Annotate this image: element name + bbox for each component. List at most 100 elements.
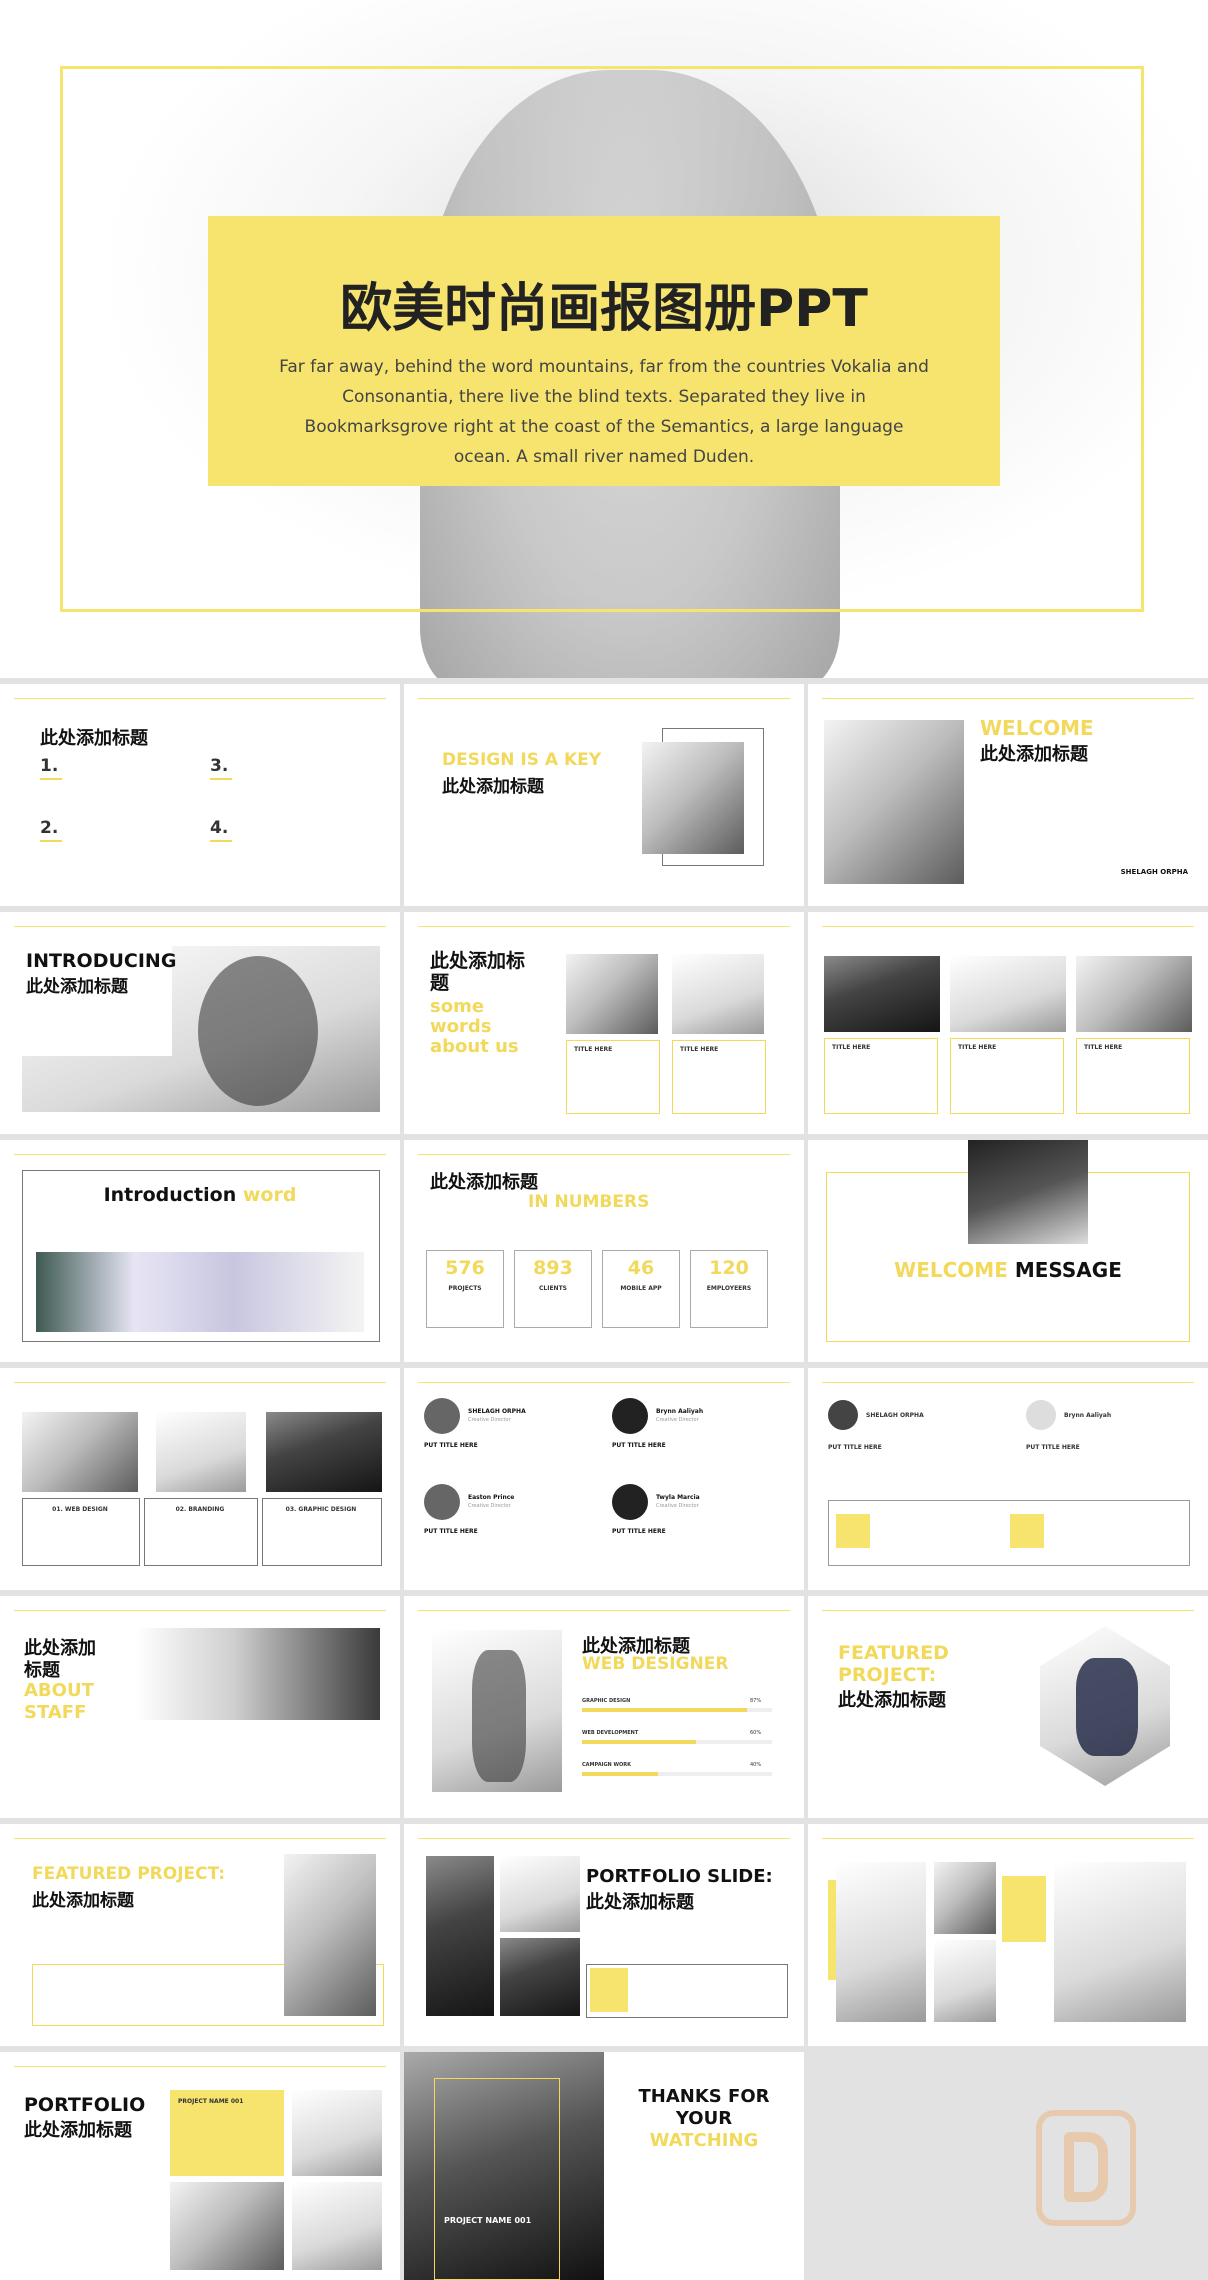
title-b: word <box>242 1184 297 1206</box>
divider-line <box>418 1382 790 1383</box>
stat-label: MOBILE APP <box>620 1285 662 1292</box>
model-silhouette <box>1076 1658 1138 1756</box>
skill-label: GRAPHIC DESIGN <box>582 1698 631 1704</box>
title-line-1: PORTFOLIO <box>24 2094 146 2116</box>
stat-value: 893 <box>533 1257 573 1279</box>
title-line-2: 此处添加标题 <box>24 2120 132 2141</box>
photo-hat <box>1054 1862 1186 2022</box>
photo-1 <box>824 956 940 1032</box>
person-name: Easton Prince <box>468 1494 515 1501</box>
slide-numbered-list: 此处添加标题 1. 3. 2. 4. <box>0 684 400 906</box>
stat-label: EMPLOYEERS <box>706 1285 752 1292</box>
person-role: Creative Director <box>468 1417 511 1423</box>
thanks-line-2: YOUR <box>675 2108 733 2129</box>
model-silhouette <box>472 1650 526 1782</box>
model-photo <box>284 1854 376 2016</box>
slide-welcome: WELCOME 此处添加标题 SHELAGH ORPHA <box>808 684 1208 906</box>
seated-model-photo <box>824 720 964 884</box>
photo-man <box>426 1856 494 2016</box>
divider-line <box>822 698 1194 699</box>
title-en: WEB DESIGNER <box>582 1654 729 1674</box>
num-4: 4. <box>210 818 229 838</box>
photo-man <box>934 1862 996 1934</box>
stat-value: 576 <box>445 1257 485 1279</box>
skill-percent: 60% <box>750 1730 762 1736</box>
stat-value: 46 <box>627 1257 655 1279</box>
photo-model <box>170 2182 284 2270</box>
skill-label: CAMPAIGN WORK <box>582 1762 631 1768</box>
avatar <box>612 1484 648 1520</box>
slide-about-staff: 此处添加 标题 ABOUT STAFF <box>0 1596 400 1818</box>
slide-featured-project-a: FEATURED PROJECT: 此处添加标题 <box>808 1596 1208 1818</box>
slide-about-us: 此处添加标题 some words about us TITLE HERE TI… <box>404 912 804 1134</box>
num-3: 3. <box>210 756 229 776</box>
logo-p-shape <box>1064 2132 1108 2202</box>
photo-2 <box>950 956 1066 1032</box>
divider-line <box>418 926 790 927</box>
thanks-line-1: THANKS FOR <box>638 2086 770 2107</box>
title-line-2: PROJECT: <box>838 1664 937 1686</box>
photo-1 <box>22 1412 138 1492</box>
slide-photo-grid <box>808 1824 1208 2046</box>
frame <box>434 2078 560 2280</box>
skill-bar-fill <box>582 1708 748 1712</box>
staff-photo <box>136 1628 380 1720</box>
slide-introduction-word: Introduction word <box>0 1140 400 1362</box>
accent-block-mid <box>1002 1876 1046 1942</box>
photo-bl <box>500 1938 580 2016</box>
slide-design-key: DESIGN IS A KEY 此处添加标题 <box>404 684 804 906</box>
slide-welcome-message: WELCOME MESSAGE <box>808 1140 1208 1362</box>
title-cn: 此处添加标题 <box>430 1172 538 1193</box>
card-title-3: TITLE HERE <box>1084 1044 1123 1051</box>
portrait-photo <box>642 742 744 854</box>
divider-line <box>418 1610 790 1611</box>
slide-thanks: THANKS FOR YOUR WATCHING <box>604 2052 804 2280</box>
divider-line <box>418 1838 790 1839</box>
title-cn: 此处添加标题 <box>26 977 128 997</box>
divider-line <box>822 1838 1194 1839</box>
hex-photo <box>1040 1626 1170 1786</box>
slide-services: 01. WEB DESIGN 02. BRANDING 03. GRAPHIC … <box>0 1368 400 1590</box>
put-title: PUT TITLE HERE <box>424 1442 478 1449</box>
avatar <box>424 1398 460 1434</box>
hero-title: 欧美时尚画报图册PPT <box>340 279 868 339</box>
title: Introduction word <box>0 1184 400 1206</box>
card-title-2: TITLE HERE <box>958 1044 997 1051</box>
skill-label: WEB DEVELOPMENT <box>582 1730 639 1736</box>
stat-label: PROJECTS <box>448 1285 482 1292</box>
model-photo <box>566 954 658 1034</box>
skill-bar-fill <box>582 1740 696 1744</box>
title-en: WELCOME <box>980 716 1094 740</box>
divider-line <box>822 1610 1194 1611</box>
divider-line <box>822 926 1194 927</box>
title-line-2: 此处添加标题 <box>586 1892 694 1913</box>
fashion-photo <box>36 1252 364 1332</box>
hair-silhouette <box>198 956 318 1106</box>
title-line-1: PORTFOLIO SLIDE: <box>586 1866 773 1887</box>
architecture-photo <box>672 954 764 1034</box>
divider-line <box>14 2066 386 2067</box>
person-name-2: Brynn Aaliyah <box>1064 1412 1112 1419</box>
skill-bar <box>582 1708 772 1712</box>
person-role: Creative Director <box>468 1503 511 1509</box>
skill-percent: 87% <box>750 1698 762 1704</box>
slide-three-photos: TITLE HERE TITLE HERE TITLE HERE <box>808 912 1208 1134</box>
thanks-line-3: WATCHING <box>649 2130 759 2151</box>
title-line-3: 此处添加标题 <box>838 1690 946 1711</box>
divider-line <box>14 1382 386 1383</box>
underline <box>210 778 232 780</box>
avatar <box>612 1398 648 1434</box>
divider-line <box>418 1154 790 1155</box>
project-tag: PROJECT NAME 001 <box>444 2216 532 2225</box>
card-title-1: TITLE HERE <box>832 1044 871 1051</box>
divider-line <box>418 698 790 699</box>
title-line-2: 此处添加标题 <box>32 1891 134 1911</box>
title-b: MESSAGE <box>1014 1258 1122 1282</box>
title-cn: 此处添加标题 <box>442 777 544 797</box>
person-role: Creative Director <box>656 1417 699 1423</box>
person-name: SHELAGH ORPHA <box>468 1408 526 1415</box>
title-en: DESIGN IS A KEY <box>442 750 602 770</box>
title-a: WELCOME <box>894 1258 1008 1282</box>
slide-team: SHELAGH ORPHA Creative Director PUT TITLE … <box>404 1368 804 1590</box>
model-photo <box>968 1140 1088 1244</box>
